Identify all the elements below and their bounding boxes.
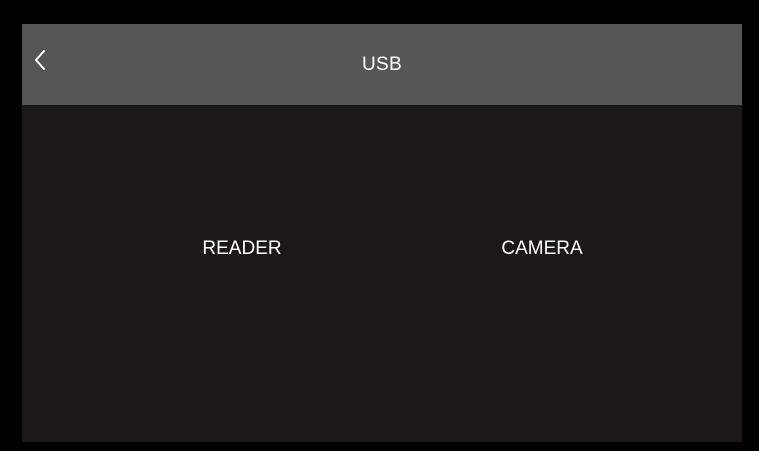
usb-screen: USB READER CAMERA <box>22 24 742 442</box>
back-button[interactable] <box>26 42 56 78</box>
device-frame: USB READER CAMERA <box>0 0 759 451</box>
usb-mode-options: READER CAMERA <box>22 105 742 442</box>
reader-option-button[interactable]: READER <box>162 227 322 271</box>
camera-option-button[interactable]: CAMERA <box>462 227 622 271</box>
chevron-left-icon <box>35 50 45 70</box>
page-title: USB <box>362 54 402 75</box>
header-bar: USB <box>22 24 742 105</box>
